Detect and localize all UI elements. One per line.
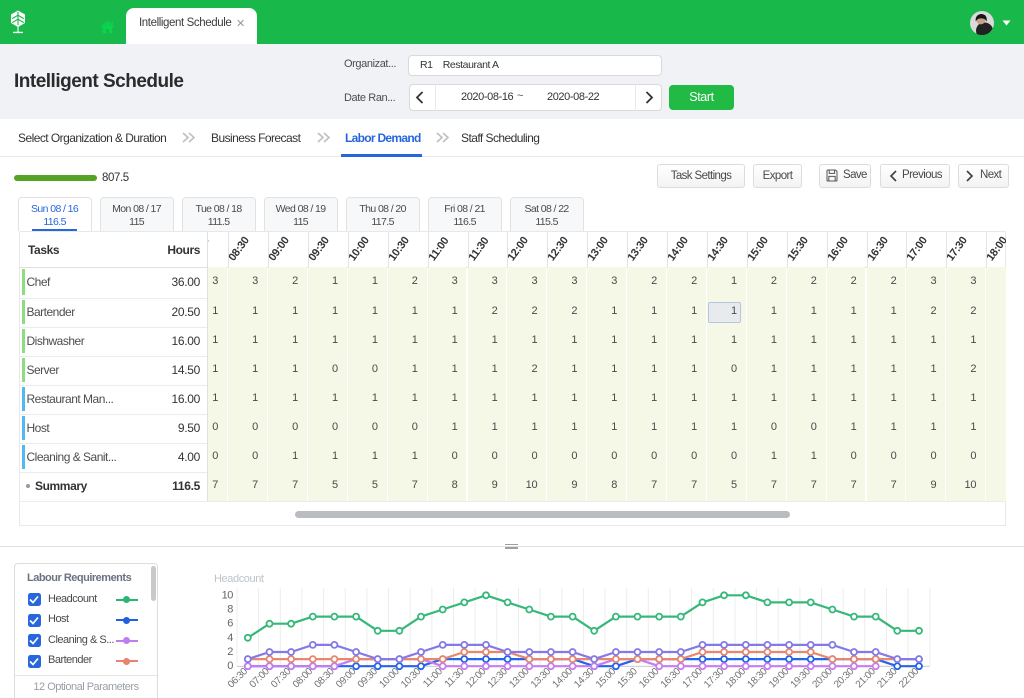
svg-text:6: 6 [227, 618, 233, 630]
svg-text:2: 2 [227, 646, 233, 658]
svg-text:Headcount: Headcount [214, 573, 264, 585]
svg-text:0: 0 [227, 660, 233, 672]
svg-text:15:30: 15:30 [616, 666, 641, 691]
svg-text:10: 10 [222, 589, 234, 601]
svg-text:8: 8 [227, 604, 233, 616]
svg-text:4: 4 [227, 632, 233, 644]
